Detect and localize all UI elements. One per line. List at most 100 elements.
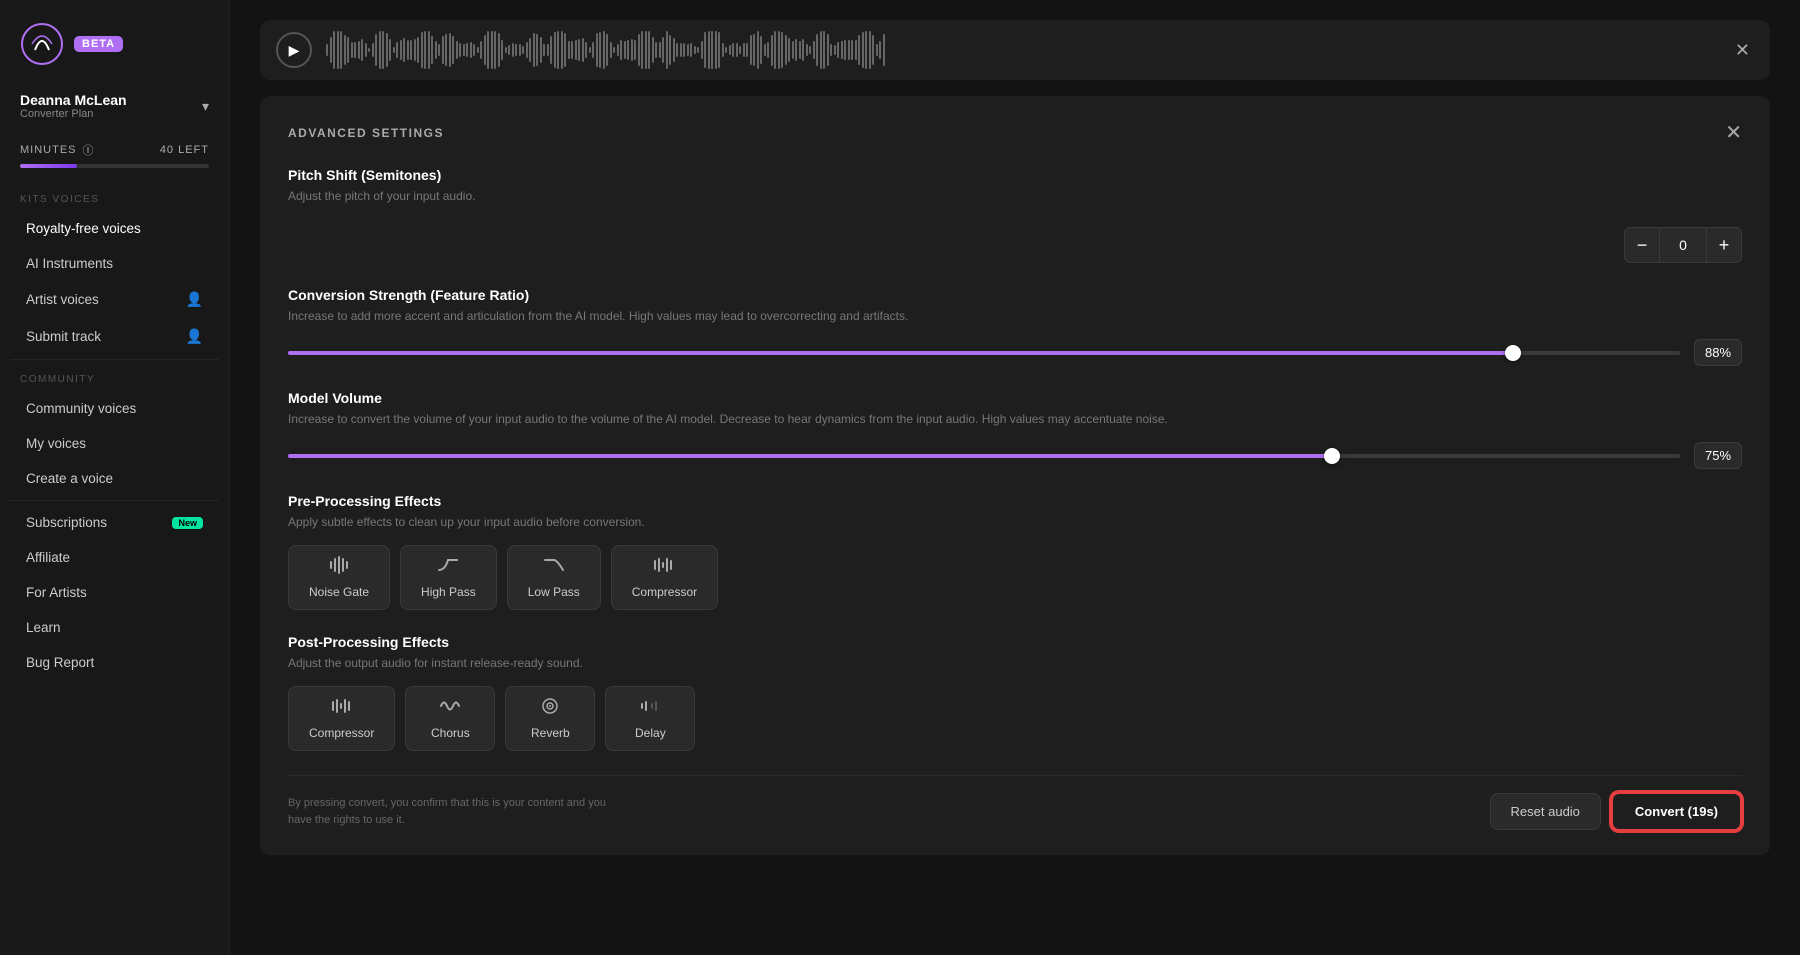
- waveform-bar: [760, 36, 762, 65]
- model-volume-track-wrapper[interactable]: [288, 446, 1680, 466]
- waveform-bar: [722, 43, 724, 58]
- delay-button[interactable]: Delay: [605, 686, 695, 751]
- waveform-bar: [326, 44, 328, 55]
- chorus-button[interactable]: Chorus: [405, 686, 495, 751]
- compressor-pre-button[interactable]: Compressor: [611, 545, 718, 610]
- waveform-bar: [676, 43, 678, 58]
- waveform-bar: [711, 31, 713, 69]
- waveform-bar: [561, 31, 563, 69]
- waveform-bar: [806, 44, 808, 56]
- high-pass-button[interactable]: High Pass: [400, 545, 497, 610]
- model-volume-slider[interactable]: 75%: [288, 442, 1742, 469]
- sidebar-item-my-voices[interactable]: My voices: [6, 427, 223, 460]
- waveform-bar: [690, 43, 692, 58]
- play-button[interactable]: ▶: [276, 32, 312, 68]
- convert-button[interactable]: Convert (19s): [1611, 792, 1742, 831]
- my-voices-label: My voices: [26, 436, 86, 451]
- low-pass-button[interactable]: Low Pass: [507, 545, 601, 610]
- waveform-bar: [641, 31, 643, 69]
- waveform-bar: [652, 37, 654, 63]
- delay-icon: [639, 697, 661, 720]
- noise-gate-button[interactable]: Noise Gate: [288, 545, 390, 610]
- waveform-bar: [351, 42, 353, 58]
- waveform-bar: [802, 39, 804, 61]
- reset-audio-button[interactable]: Reset audio: [1490, 793, 1601, 830]
- waveform-bar: [606, 34, 608, 65]
- waveform-bar: [463, 44, 465, 55]
- sidebar-item-community-voices[interactable]: Community voices: [6, 392, 223, 425]
- conversion-strength-track-wrapper[interactable]: [288, 343, 1680, 363]
- waveform-bar: [505, 47, 507, 53]
- waveform-bar: [407, 40, 409, 60]
- model-volume-title: Model Volume: [288, 390, 1742, 406]
- waveform-bar: [519, 44, 521, 56]
- waveform-bar: [781, 32, 783, 68]
- ai-instruments-label: AI Instruments: [26, 256, 113, 271]
- close-waveform-button[interactable]: ✕: [1731, 36, 1754, 65]
- pitch-decrease-button[interactable]: −: [1624, 227, 1660, 263]
- waveform-bar: [855, 40, 857, 59]
- create-voice-label: Create a voice: [26, 471, 113, 486]
- noise-gate-label: Noise Gate: [309, 585, 369, 599]
- conversion-strength-desc: Increase to add more accent and articula…: [288, 307, 1742, 325]
- waveform-bar: [634, 40, 636, 61]
- waveform-bar: [417, 37, 419, 63]
- waveform-bar: [788, 38, 790, 62]
- waveform-bar: [757, 31, 759, 68]
- waveform-bar: [697, 47, 699, 53]
- waveform-bar: [694, 46, 696, 54]
- conversion-strength-thumb[interactable]: [1505, 345, 1521, 361]
- waveform-bar: [533, 33, 535, 66]
- waveform-bar: [333, 31, 335, 69]
- waveform-bar: [764, 44, 766, 56]
- waveform-bar: [655, 42, 657, 58]
- waveform-bar: [729, 45, 731, 54]
- waveform-bar: [557, 31, 559, 69]
- waveform-bar: [701, 41, 703, 60]
- pitch-increase-button[interactable]: +: [1706, 227, 1742, 263]
- waveform-bar: [603, 31, 605, 69]
- waveform-bar: [470, 42, 472, 58]
- sidebar-item-royalty-free[interactable]: Royalty-free voices: [6, 212, 223, 245]
- user-menu[interactable]: Deanna McLean Converter Plan ▾: [0, 82, 229, 134]
- sidebar-item-affiliate[interactable]: Affiliate: [6, 541, 223, 574]
- waveform-bar: [610, 42, 612, 59]
- waveform-bar: [330, 37, 332, 63]
- pitch-shift-section: Pitch Shift (Semitones) Adjust the pitch…: [288, 167, 1742, 263]
- conversion-strength-slider[interactable]: 88%: [288, 339, 1742, 366]
- minutes-bar: [20, 164, 209, 168]
- waveform-bar: [442, 36, 444, 65]
- model-volume-fill: [288, 454, 1332, 458]
- waveform-bar: [795, 39, 797, 61]
- model-volume-thumb[interactable]: [1324, 448, 1340, 464]
- close-panel-button[interactable]: ✕: [1725, 120, 1742, 145]
- beta-badge: BETA: [74, 36, 123, 52]
- compressor-pre-label: Compressor: [632, 585, 697, 599]
- waveform-bar: [683, 43, 685, 57]
- waveform-bar: [344, 35, 346, 65]
- sidebar-item-learn[interactable]: Learn: [6, 611, 223, 644]
- sidebar-item-artist-voices[interactable]: Artist voices 👤: [6, 282, 223, 317]
- compressor-post-button[interactable]: Compressor: [288, 686, 395, 751]
- model-volume-section: Model Volume Increase to convert the vol…: [288, 390, 1742, 469]
- reverb-button[interactable]: Reverb: [505, 686, 595, 751]
- sidebar-item-for-artists[interactable]: For Artists: [6, 576, 223, 609]
- sidebar-item-subscriptions[interactable]: Subscriptions New: [6, 506, 223, 539]
- sidebar-item-create-voice[interactable]: Create a voice: [6, 462, 223, 495]
- waveform-bar: [662, 37, 664, 63]
- waveform-bar: [365, 43, 367, 58]
- waveform-bar: [648, 31, 650, 69]
- waveform-bar: [813, 41, 815, 58]
- waveform-bar: [725, 47, 727, 53]
- model-volume-value: 75%: [1694, 442, 1742, 469]
- sidebar-item-bug-report[interactable]: Bug Report: [6, 646, 223, 679]
- waveform-bar: [372, 43, 374, 57]
- sidebar-item-ai-instruments[interactable]: AI Instruments: [6, 247, 223, 280]
- new-badge: New: [172, 517, 203, 529]
- waveform-bar: [498, 33, 500, 68]
- waveform-bar: [858, 35, 860, 66]
- sidebar-item-submit-track[interactable]: Submit track 👤: [6, 319, 223, 354]
- waveform-bar: [883, 34, 885, 67]
- waveform-bar: [879, 41, 881, 58]
- waveform-bar: [536, 34, 538, 66]
